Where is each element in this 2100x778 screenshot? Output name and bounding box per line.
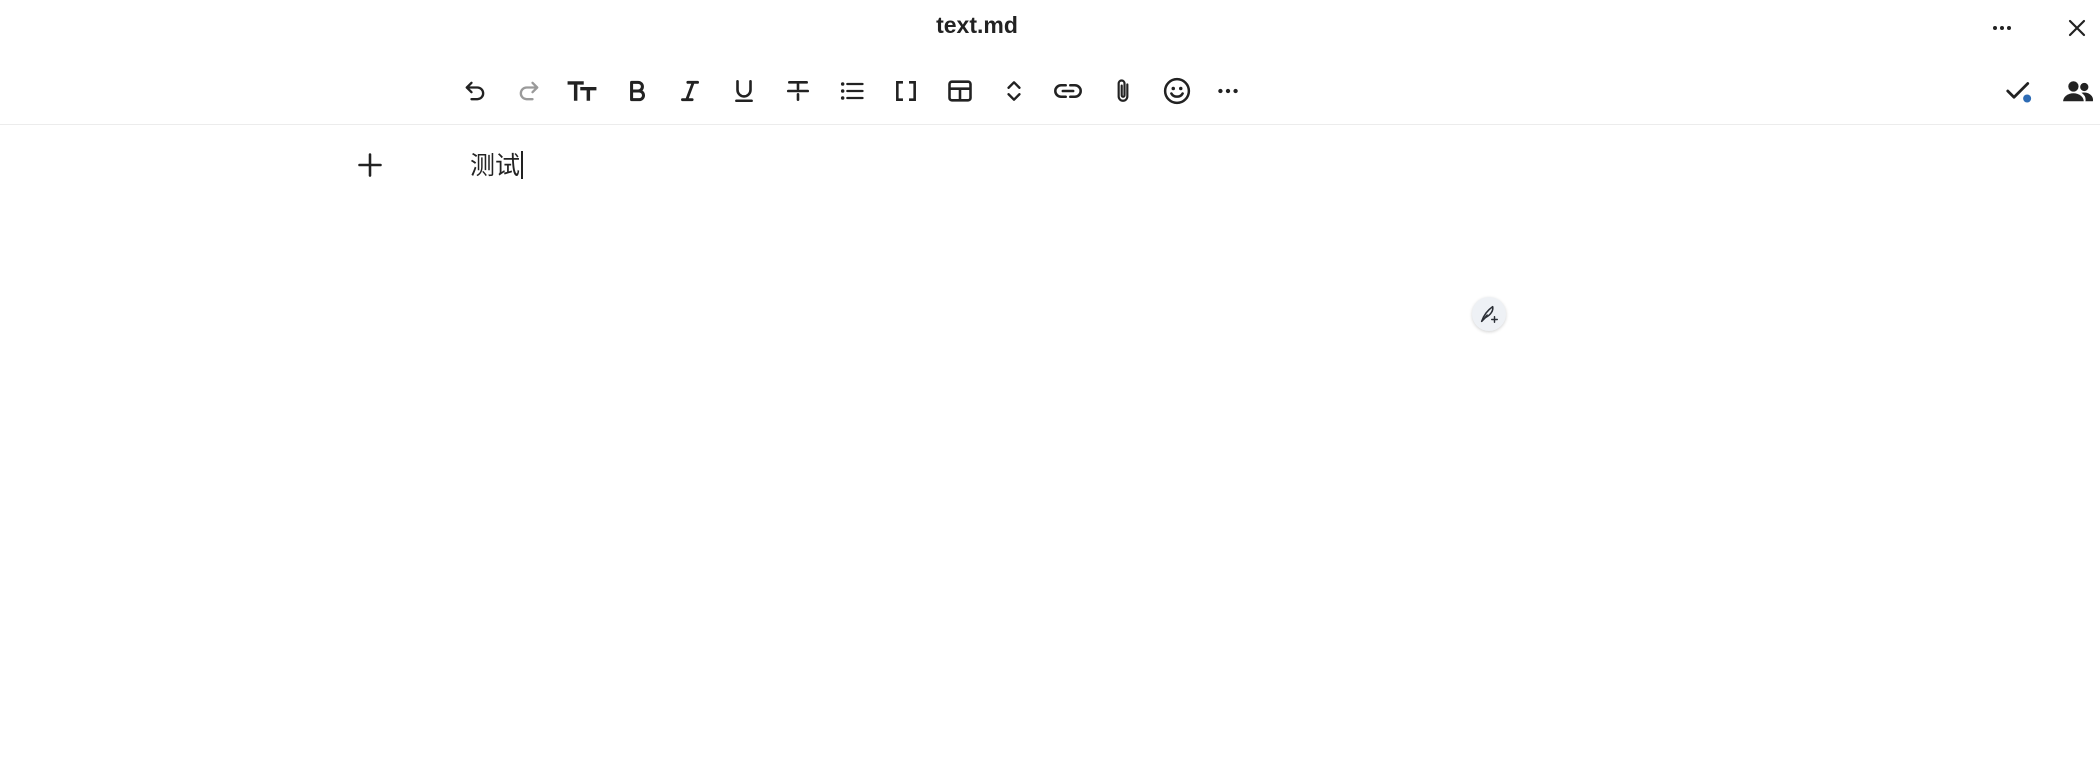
redo-button[interactable] [507, 69, 551, 113]
undo-button[interactable] [453, 69, 497, 113]
strikethrough-button[interactable] [776, 69, 820, 113]
headings-button[interactable] [560, 69, 604, 113]
users-icon [2063, 81, 2094, 102]
add-block-button[interactable] [348, 143, 392, 187]
undo-icon [465, 81, 485, 101]
italic-button[interactable] [668, 69, 712, 113]
link-icon [1054, 83, 1082, 99]
editor-area[interactable]: 测试 [0, 125, 2100, 778]
bold-button[interactable] [615, 69, 659, 113]
more-horizontal-icon [1993, 26, 2011, 30]
code-block-button[interactable] [884, 69, 928, 113]
expand-button[interactable] [992, 69, 1036, 113]
link-button[interactable] [1046, 69, 1090, 113]
emoji-button[interactable] [1155, 69, 1199, 113]
document-title: text.md [936, 12, 1018, 38]
close-icon [2068, 19, 2086, 37]
assistant-button[interactable] [1472, 297, 1506, 331]
chevron-up-down-icon [1007, 81, 1021, 101]
paragraph-text: 测试 [470, 151, 521, 180]
plus-icon [358, 153, 382, 177]
text-size-icon [567, 81, 597, 101]
emoji-icon [1163, 77, 1191, 105]
sync-status-button[interactable] [1997, 69, 2041, 113]
strikethrough-icon [786, 81, 810, 101]
text-cursor [521, 151, 524, 179]
collaborators-button[interactable] [2056, 69, 2100, 113]
list-icon [840, 82, 864, 100]
header: text.md [0, 0, 2100, 56]
underline-button[interactable] [722, 69, 766, 113]
more-actions-button[interactable] [1982, 8, 2022, 48]
formatting-toolbar [0, 64, 2100, 124]
text-editor-app: text.md 测试 [0, 0, 2100, 778]
redo-icon [519, 81, 539, 101]
more-horizontal-icon [1218, 88, 1238, 94]
underline-icon [735, 79, 753, 103]
close-button[interactable] [2057, 8, 2097, 48]
editor-paragraph[interactable]: 测试 [470, 151, 524, 181]
more-formatting-button[interactable] [1206, 69, 1250, 113]
brackets-icon [896, 81, 916, 101]
table-button[interactable] [938, 69, 982, 113]
check-sync-icon [2006, 82, 2032, 103]
bold-icon [630, 80, 645, 102]
attachment-button[interactable] [1101, 69, 1145, 113]
table-icon [948, 80, 972, 102]
status-dot [2023, 94, 2032, 103]
italic-icon [681, 80, 699, 102]
paperclip-icon [1117, 79, 1129, 102]
pen-sparkle-icon [1480, 305, 1498, 323]
bullet-list-button[interactable] [830, 69, 874, 113]
